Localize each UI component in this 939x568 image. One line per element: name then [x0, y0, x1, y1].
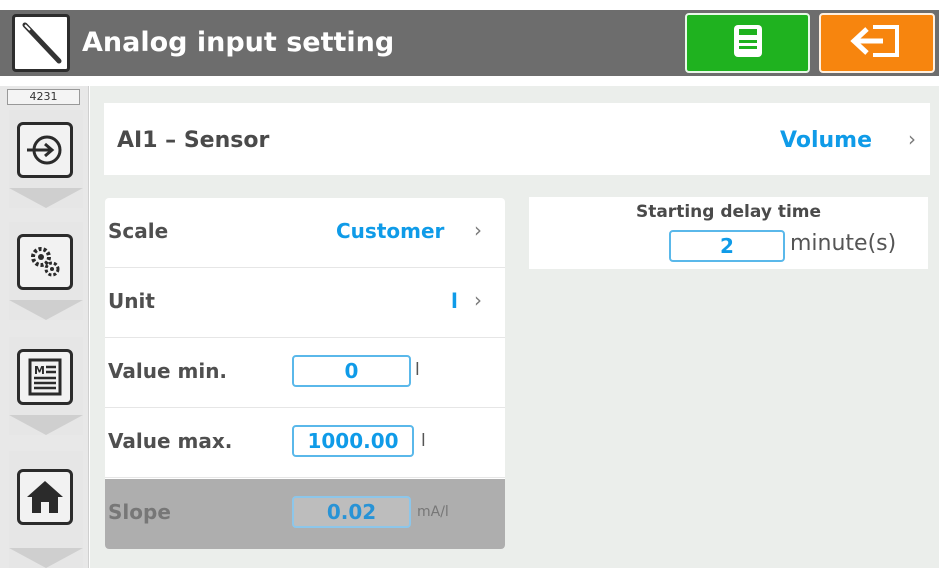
- unit-label: Unit: [108, 289, 155, 313]
- tile-arrow: [9, 548, 83, 568]
- slope-unit: mA/l: [417, 504, 449, 520]
- save-icon: [728, 21, 768, 65]
- starting-delay-box: Starting delay time 2 minute(s): [529, 197, 928, 269]
- tile-arrow: [9, 415, 83, 435]
- ai-sensor-label: AI1 – Sensor: [117, 128, 270, 153]
- slope-input: 0.02: [292, 496, 411, 528]
- manual-icon: M: [17, 349, 73, 405]
- value-min-unit: l: [415, 360, 420, 380]
- home-icon: [17, 469, 73, 525]
- page-title: Analog input setting: [82, 27, 395, 58]
- sidebar-item-manual[interactable]: M: [9, 337, 83, 435]
- exit-button[interactable]: [819, 13, 935, 73]
- starting-delay-input[interactable]: 2: [669, 230, 785, 262]
- scale-row[interactable]: Scale Customer ›: [105, 198, 505, 268]
- ai-sensor-value: Volume: [780, 128, 872, 153]
- wrench-icon: [12, 14, 70, 72]
- scale-value: Customer: [336, 219, 445, 243]
- ai-sensor-row[interactable]: AI1 – Sensor Volume ›: [104, 103, 930, 175]
- value-min-row: Value min. 0 l: [105, 338, 505, 408]
- sidebar-item-home[interactable]: [9, 451, 83, 568]
- chevron-right-icon: ›: [908, 127, 916, 151]
- tile-arrow: [9, 300, 83, 320]
- header: Analog input setting: [0, 0, 939, 86]
- exit-icon: [849, 21, 905, 65]
- settings-icon: [17, 234, 73, 290]
- input-icon: [17, 122, 73, 178]
- value-min-input[interactable]: 0: [292, 355, 411, 387]
- screen-id-badge: 4231: [7, 89, 80, 105]
- chevron-right-icon: ›: [474, 218, 482, 242]
- value-max-unit: l: [421, 431, 426, 451]
- unit-value: l: [451, 289, 458, 313]
- starting-delay-unit: minute(s): [790, 231, 897, 256]
- value-max-label: Value max.: [108, 429, 233, 453]
- value-min-label: Value min.: [108, 359, 228, 383]
- unit-row[interactable]: Unit l ›: [105, 268, 505, 338]
- sidebar-item-input[interactable]: [9, 110, 83, 208]
- tile-arrow: [9, 188, 83, 208]
- value-max-row: Value max. 1000.00 l: [105, 408, 505, 478]
- chevron-right-icon: ›: [474, 288, 482, 312]
- sidebar-item-settings[interactable]: [9, 222, 83, 320]
- starting-delay-title: Starting delay time: [635, 202, 822, 222]
- svg-text:M: M: [34, 364, 45, 377]
- value-max-input[interactable]: 1000.00: [292, 425, 414, 457]
- slope-label: Slope: [108, 500, 171, 524]
- save-button[interactable]: [685, 13, 810, 73]
- scaling-panel: Scale Customer › Unit l › Value min. 0 l…: [105, 198, 505, 549]
- scale-label: Scale: [108, 219, 169, 243]
- slope-row: Slope 0.02 mA/l: [105, 479, 505, 549]
